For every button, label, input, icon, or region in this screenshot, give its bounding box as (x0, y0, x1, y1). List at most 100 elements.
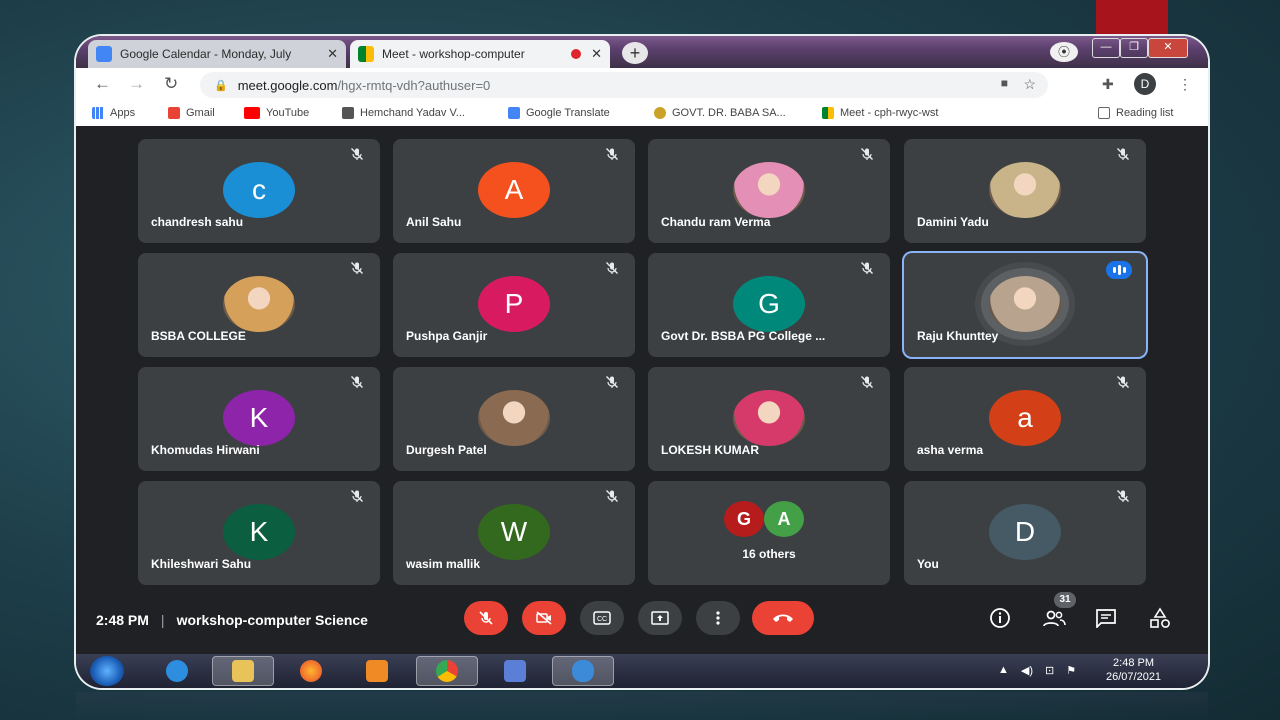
taskbar-media-player[interactable] (346, 656, 408, 686)
bookmark-hemchand[interactable]: Hemchand Yadav V... (342, 107, 465, 119)
participant-name: You (917, 557, 939, 571)
taskbar-file-explorer[interactable] (212, 656, 274, 686)
meeting-title: workshop-computer Science (176, 612, 368, 628)
speaking-indicator-icon (1106, 261, 1132, 279)
media-player-icon (366, 660, 388, 682)
taskbar-reflection (76, 692, 1208, 720)
tab-google-calendar[interactable]: Google Calendar - Monday, July ✕ (88, 40, 346, 68)
extensions-puzzle-icon[interactable]: ✚ (1102, 76, 1114, 93)
more-options-button[interactable] (696, 601, 740, 635)
mic-muted-icon (350, 261, 364, 275)
people-button[interactable] (1042, 606, 1066, 630)
participant-tile[interactable]: Raju Khunttey (904, 253, 1146, 357)
camera-toggle-button[interactable] (522, 601, 566, 635)
cloud-icon (572, 660, 594, 682)
network-icon[interactable]: ⊡ (1045, 664, 1054, 677)
mic-muted-icon (605, 489, 619, 503)
chat-icon (1096, 609, 1116, 628)
participant-tile[interactable]: Chandu ram Verma (648, 139, 890, 243)
bookmark-youtube[interactable]: YouTube (244, 107, 309, 119)
taskbar-clock[interactable]: 2:48 PM 26/07/2021 (1106, 656, 1161, 684)
taskbar-network-app[interactable] (484, 656, 546, 686)
bookmark-label: Meet - cph-rwyc-wst (840, 107, 939, 119)
taskbar-internet-explorer[interactable] (146, 656, 208, 686)
participant-tile[interactable]: c chandresh sahu (138, 139, 380, 243)
participant-tile-others[interactable]: G A 16 others (648, 481, 890, 585)
address-bar[interactable]: 🔒 meet.google.com /hgx-rmtq-vdh?authuser… (200, 72, 1048, 98)
participant-tile[interactable]: Damini Yadu (904, 139, 1146, 243)
participant-tile[interactable]: P Pushpa Ganjir (393, 253, 635, 357)
participant-tile[interactable]: K Khileshwari Sahu (138, 481, 380, 585)
show-hidden-icons-icon[interactable]: ▲ (998, 664, 1009, 677)
participant-name: Chandu ram Verma (661, 215, 771, 229)
screen-frame: Google Calendar - Monday, July ✕ Meet - … (76, 36, 1208, 688)
participant-avatar: a (989, 390, 1061, 446)
bookmark-star-icon[interactable]: ☆ (1023, 76, 1036, 93)
participant-name: Anil Sahu (406, 215, 462, 229)
volume-icon[interactable]: ◀) (1021, 664, 1033, 677)
start-button[interactable] (90, 656, 124, 686)
chrome-icon (436, 660, 458, 682)
forward-arrow-icon[interactable]: → (128, 74, 145, 94)
participant-tile[interactable]: BSBA COLLEGE (138, 253, 380, 357)
action-center-flag-icon[interactable]: ⚑ (1066, 664, 1076, 677)
tab-search-button[interactable]: ⦿ (1050, 42, 1078, 62)
participant-avatar: P (478, 276, 550, 332)
tab-title: Google Calendar - Monday, July (120, 47, 292, 61)
present-now-button[interactable] (638, 601, 682, 635)
meeting-details-button[interactable] (988, 606, 1012, 630)
participant-tile[interactable]: G Govt Dr. BSBA PG College ... (648, 253, 890, 357)
new-tab-button[interactable]: + (622, 42, 648, 64)
tab-meet[interactable]: Meet - workshop-computer ✕ (350, 40, 610, 68)
close-window-button[interactable]: ✕ (1148, 38, 1188, 58)
captions-button[interactable]: CC (580, 601, 624, 635)
mic-muted-icon (1116, 489, 1130, 503)
windows-taskbar: ▲ ◀) ⊡ ⚑ 2:48 PM 26/07/2021 (76, 654, 1208, 688)
bookmark-apps[interactable]: Apps (92, 107, 135, 119)
back-arrow-icon[interactable]: ← (94, 74, 111, 94)
apps-grid-icon (92, 107, 104, 119)
participant-tile[interactable]: D You (904, 481, 1146, 585)
profile-avatar[interactable]: D (1134, 73, 1156, 95)
more-vert-icon (716, 611, 720, 625)
minimize-button[interactable]: — (1092, 38, 1120, 58)
bookmarks-bar: Apps Gmail YouTube Hemchand Yadav V... G… (76, 102, 1208, 127)
mic-muted-icon (605, 147, 619, 161)
participant-avatar: D (989, 504, 1061, 560)
close-tab-icon[interactable]: ✕ (591, 46, 602, 62)
taskbar-chrome[interactable] (416, 656, 478, 686)
meet-control-bar: 2:48 PM | workshop-computer Science CC 31 (76, 592, 1208, 658)
participant-avatar: W (478, 504, 550, 560)
reading-list-button[interactable]: Reading list (1098, 107, 1173, 119)
participant-name: Damini Yadu (917, 215, 989, 229)
microphone-toggle-button[interactable] (464, 601, 508, 635)
reload-icon[interactable]: ↻ (164, 74, 178, 94)
camera-permission-icon[interactable]: ■ (1001, 76, 1008, 90)
participant-photo-avatar (478, 390, 550, 446)
browser-menu-icon[interactable]: ⋮ (1178, 76, 1192, 93)
hang-up-icon (773, 614, 793, 622)
close-tab-icon[interactable]: ✕ (327, 46, 338, 62)
participant-tile[interactable]: a asha verma (904, 367, 1146, 471)
activities-button[interactable] (1148, 606, 1172, 630)
mic-muted-icon (350, 489, 364, 503)
bookmark-meet[interactable]: Meet - cph-rwyc-wst (822, 107, 938, 119)
people-icon (1043, 610, 1066, 627)
translate-icon (508, 107, 520, 119)
chat-button[interactable] (1094, 606, 1118, 630)
bookmark-govt-dr-baba[interactable]: GOVT. DR. BABA SA... (654, 107, 786, 119)
participant-tile[interactable]: A Anil Sahu (393, 139, 635, 243)
participant-tile[interactable]: K Khomudas Hirwani (138, 367, 380, 471)
svg-text:CC: CC (597, 616, 607, 623)
participant-tile[interactable]: Durgesh Patel (393, 367, 635, 471)
taskbar-firefox[interactable] (280, 656, 342, 686)
leave-call-button[interactable] (752, 601, 814, 635)
taskbar-cloud-app[interactable] (552, 656, 614, 686)
participant-tile[interactable]: Wwasim mallik (393, 481, 635, 585)
participant-tile[interactable]: LOKESH KUMAR (648, 367, 890, 471)
browser-toolbar: ← → ↻ 🔒 meet.google.com /hgx-rmtq-vdh?au… (76, 68, 1208, 102)
maximize-button[interactable]: ❐ (1120, 38, 1148, 58)
bookmark-gmail[interactable]: Gmail (168, 107, 215, 119)
bookmark-google-translate[interactable]: Google Translate (508, 107, 610, 119)
participant-photo-avatar (989, 162, 1061, 218)
